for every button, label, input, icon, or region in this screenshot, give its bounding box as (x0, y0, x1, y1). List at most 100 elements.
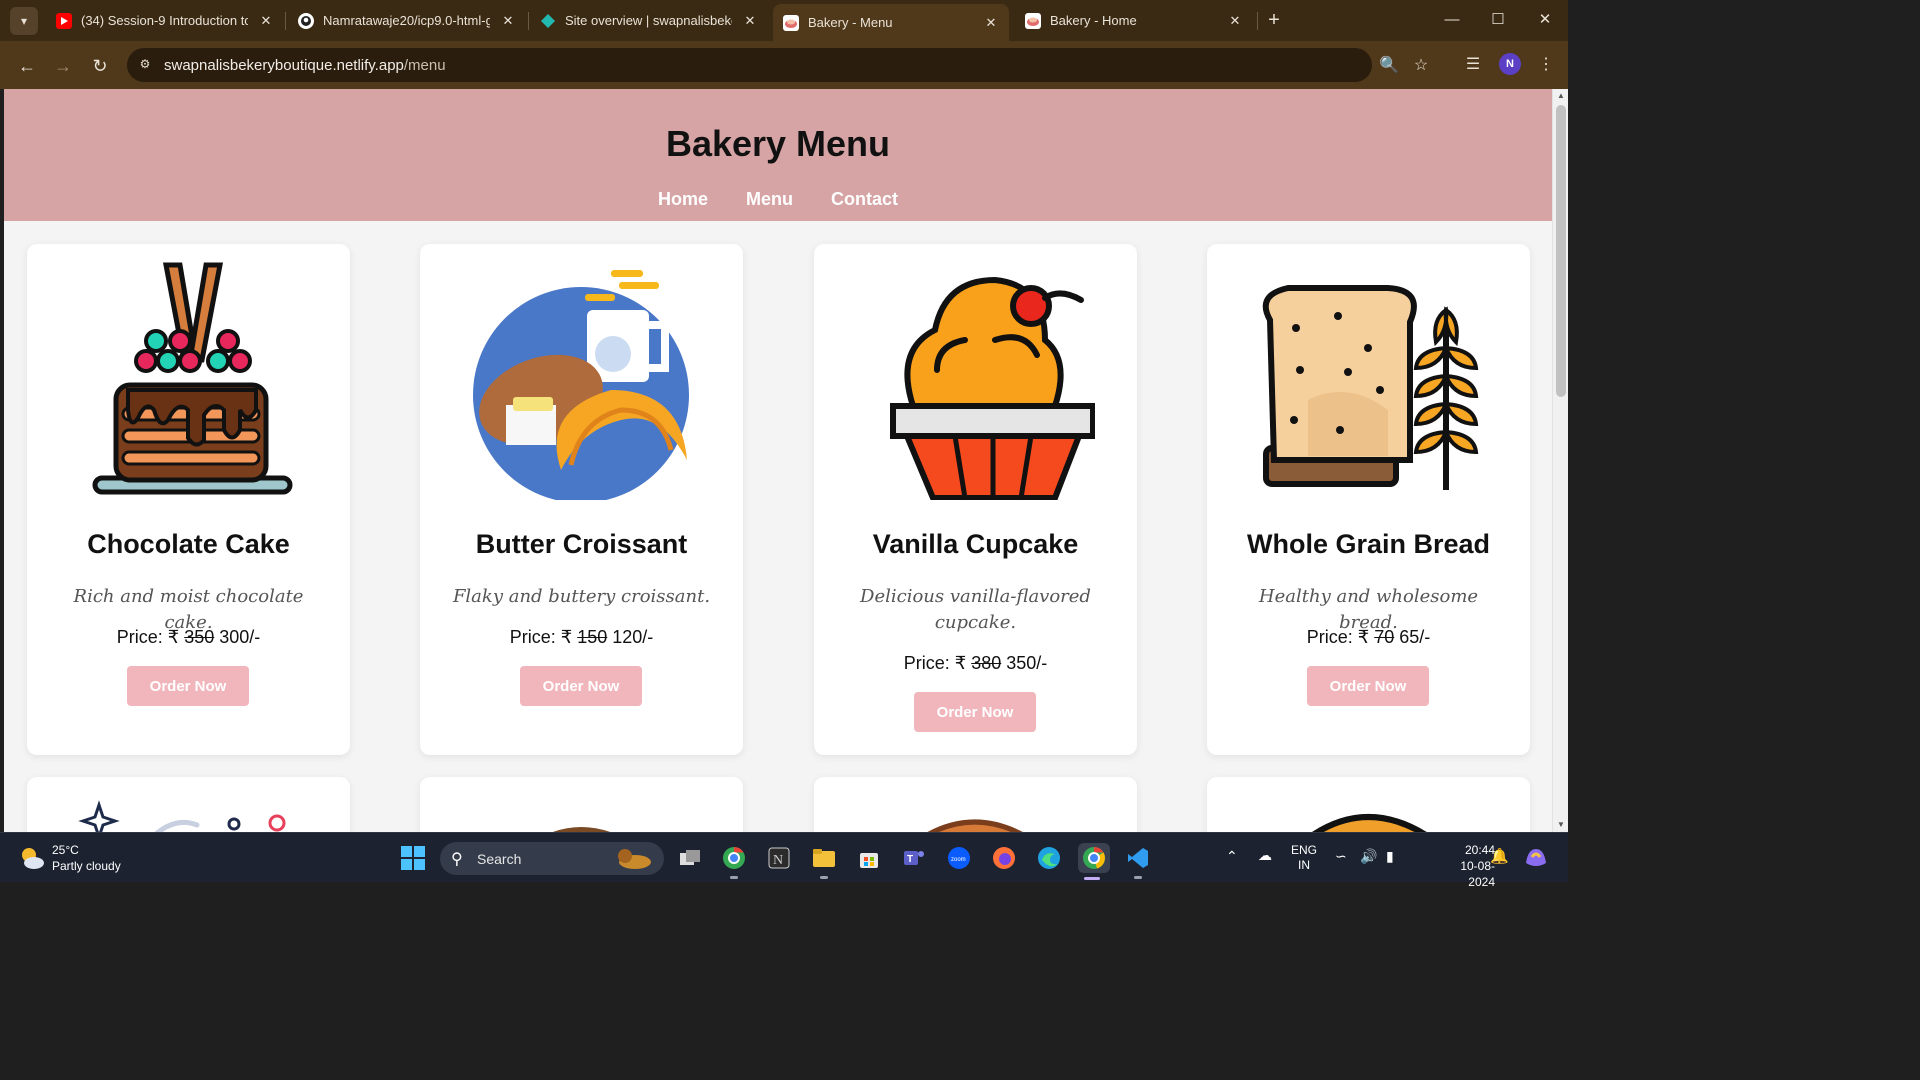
product-name: Chocolate Cake (87, 529, 290, 559)
product-price: Price: ₹ 350 300/- (116, 627, 261, 647)
volume-icon[interactable]: 🔊 (1360, 848, 1377, 865)
battery-icon[interactable]: ▮ (1386, 848, 1394, 865)
media-queue-icon[interactable]: ☰ (1461, 53, 1485, 77)
task-view-icon[interactable] (676, 844, 704, 872)
product-name: Vanilla Cupcake (872, 529, 1079, 559)
site-header: Bakery Menu Home Menu Contact (4, 89, 1552, 221)
tab-search-button[interactable]: ▾ (10, 7, 38, 35)
chrome-active-app-icon[interactable] (1078, 843, 1110, 880)
product-card (420, 777, 743, 832)
profile-avatar[interactable]: N (1499, 53, 1521, 75)
system-clock[interactable]: 20:44 10-08-2024 (1445, 842, 1495, 890)
reload-button[interactable]: ↻ (87, 53, 113, 79)
cupcake-icon (890, 276, 1095, 500)
tab-divider (1257, 12, 1258, 30)
url-text: swapnalisbekeryboutique.netlify.app/menu (164, 57, 446, 74)
file-explorer-icon[interactable] (810, 844, 838, 879)
windows-taskbar: 25°C Partly cloudy ⚲ Search N T zoom ⌃ ☁… (0, 832, 1568, 889)
page-scrollbar[interactable]: ▲ ▼ (1552, 89, 1568, 832)
zoom-icon[interactable]: zoom (945, 844, 973, 872)
weather-temperature: 25°C (52, 843, 79, 857)
close-icon[interactable]: ✕ (983, 15, 999, 31)
page-title: Bakery Menu (665, 123, 891, 164)
new-price: 350/- (1006, 653, 1048, 673)
product-price: Price: ₹ 380 350/- (903, 653, 1048, 673)
nav-link-contact[interactable]: Contact (812, 189, 917, 210)
copilot-icon[interactable] (1522, 843, 1550, 871)
tab-youtube[interactable]: (34) Session-9 Introduction to N ✕ (46, 5, 284, 36)
onedrive-cloud-icon[interactable]: ☁ (1258, 847, 1272, 864)
close-icon[interactable]: ✕ (258, 13, 274, 29)
new-tab-button[interactable]: + (1263, 8, 1285, 32)
notion-app-icon[interactable]: N (765, 844, 793, 872)
nav-link-home[interactable]: Home (639, 189, 727, 210)
taskbar-search[interactable]: ⚲ Search (440, 842, 664, 875)
address-bar[interactable]: ⚙ swapnalisbekeryboutique.netlify.app/me… (127, 48, 1428, 82)
new-price: 300/- (219, 627, 261, 647)
vscode-icon[interactable] (1124, 844, 1152, 879)
order-now-button[interactable]: Order Now (1307, 666, 1429, 706)
chrome-app-icon[interactable] (720, 844, 748, 879)
firefox-icon[interactable] (990, 844, 1018, 872)
tray-overflow-chevron-icon[interactable]: ⌃ (1226, 848, 1238, 865)
old-price: 150 (577, 627, 608, 647)
tab-divider (528, 12, 529, 30)
scroll-up-icon[interactable]: ▲ (1553, 89, 1569, 103)
product-description: Flaky and buttery croissant. (452, 586, 711, 607)
product-card: Chocolate Cake Rich and moist chocolate … (27, 244, 350, 755)
github-icon (298, 12, 314, 29)
site-settings-icon[interactable]: ⚙ (137, 57, 153, 73)
partly-cloudy-icon (22, 848, 44, 869)
notification-bell-icon[interactable]: 🔔 (1490, 847, 1509, 865)
order-now-button[interactable]: Order Now (520, 666, 642, 706)
browser-tab-strip: ▾ (34) Session-9 Introduction to N ✕ Nam… (0, 0, 1568, 41)
teams-icon[interactable]: T (900, 844, 928, 872)
zoom-icon[interactable]: 🔍 (1379, 55, 1399, 75)
close-icon[interactable]: ✕ (742, 13, 758, 29)
product-card: Whole Grain Bread Healthy and wholesome … (1207, 244, 1530, 755)
tab-title: Bakery - Menu (808, 15, 893, 30)
youtube-icon (56, 12, 72, 29)
windows-start-icon[interactable] (400, 845, 426, 871)
product-price: Price: ₹ 70 65/- (1306, 627, 1431, 647)
order-now-button[interactable]: Order Now (127, 666, 249, 706)
tab-netlify[interactable]: Site overview | swapnalisbekery ✕ (530, 5, 768, 36)
old-price: 70 (1374, 627, 1395, 647)
back-button[interactable]: ← (14, 53, 40, 79)
maximize-button[interactable]: ☐ (1486, 8, 1510, 32)
language-indicator[interactable]: ENG IN (1291, 843, 1317, 873)
close-window-button[interactable]: ✕ (1533, 8, 1557, 32)
bakery-favicon (1025, 12, 1041, 29)
weather-widget[interactable]: 25°C Partly cloudy (18, 842, 121, 874)
close-icon[interactable]: ✕ (1227, 13, 1243, 29)
product-card (27, 777, 350, 832)
product-card: Butter Croissant Flaky and buttery crois… (420, 244, 743, 755)
order-now-button[interactable]: Order Now (914, 692, 1036, 732)
wifi-icon[interactable]: ∽ (1335, 848, 1347, 865)
old-price: 350 (184, 627, 215, 647)
site-nav: Home Menu Contact (4, 189, 1552, 210)
chrome-menu-icon[interactable]: ⋮ (1534, 53, 1558, 77)
clock-date: 10-08-2024 (1460, 859, 1495, 889)
netlify-icon (540, 13, 556, 29)
minimize-button[interactable]: — (1440, 8, 1464, 32)
nav-link-menu[interactable]: Menu (727, 189, 812, 210)
pastry-icon (552, 827, 611, 832)
product-card (1207, 777, 1530, 832)
tab-bakery-menu[interactable]: Bakery - Menu ✕ (773, 4, 1009, 41)
close-icon[interactable]: ✕ (500, 13, 516, 29)
forward-button[interactable]: → (50, 53, 76, 79)
tab-title: Namratawaje20/icp9.0-html-git (323, 13, 490, 28)
svg-text:zoom: zoom (951, 857, 966, 863)
pie-icon (927, 819, 1023, 832)
bookmark-star-icon[interactable]: ☆ (1411, 55, 1431, 75)
tab-bakery-home[interactable]: Bakery - Home ✕ (1015, 5, 1253, 36)
edge-icon[interactable] (1035, 844, 1063, 872)
tab-github[interactable]: Namratawaje20/icp9.0-html-git ✕ (288, 5, 526, 36)
svg-text:T: T (907, 854, 913, 865)
scrollbar-thumb[interactable] (1556, 105, 1566, 397)
product-name: Whole Grain Bread (1246, 529, 1491, 559)
scroll-down-icon[interactable]: ▼ (1553, 818, 1569, 832)
microsoft-store-icon[interactable] (855, 844, 883, 872)
tab-title: (34) Session-9 Introduction to N (81, 13, 248, 28)
